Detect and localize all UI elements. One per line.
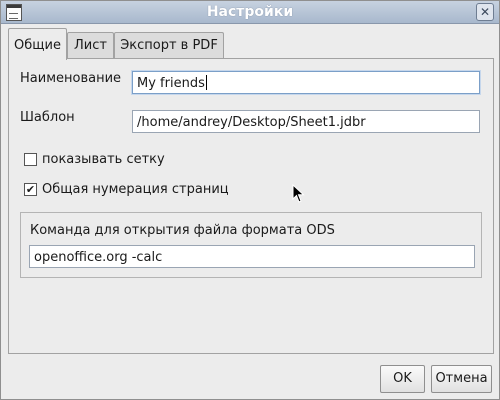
general-tab-panel: Наименование My friends Шаблон /home/and… [8,58,494,354]
show-grid-label[interactable]: показывать сетку [42,152,165,167]
ods-command-input[interactable]: openoffice.org -calc [29,245,475,268]
page-numbering-label[interactable]: Общая нумерация страниц [42,182,229,197]
title-bar[interactable]: Настройки ✕ [1,1,499,24]
ok-button[interactable]: OK [380,365,425,393]
page-numbering-checkbox[interactable]: ✔ [24,183,37,196]
name-label: Наименование [20,71,122,86]
text-caret [205,75,207,90]
cancel-button[interactable]: Отмена [431,365,492,393]
close-icon[interactable]: ✕ [476,3,494,21]
settings-dialog: Настройки ✕ Общие Лист Экспорт в PDF Наи… [0,0,500,400]
template-input[interactable]: /home/andrey/Desktop/Sheet1.jdbr [132,110,480,133]
name-input[interactable]: My friends [132,71,480,94]
tab-sheet[interactable]: Лист [67,32,114,58]
tab-pdf-export[interactable]: Экспорт в PDF [114,32,224,58]
template-label: Шаблон [20,110,75,125]
ods-command-group: Команда для открытия файла формата ODS o… [20,212,482,278]
ods-command-label: Команда для открытия файла формата ODS [30,223,335,238]
show-grid-checkbox[interactable] [24,153,37,166]
tab-general[interactable]: Общие [8,28,67,60]
checkmark-icon: ✔ [25,183,36,196]
name-input-value: My friends [137,76,205,91]
window-title: Настройки [206,4,294,20]
